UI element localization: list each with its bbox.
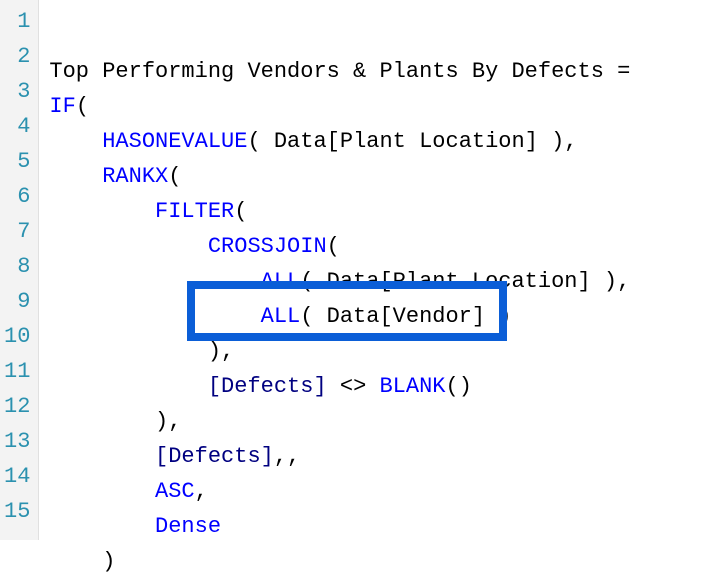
code-line[interactable]: ASC, bbox=[49, 474, 722, 509]
code-line[interactable]: ), bbox=[49, 334, 722, 369]
code-token: , bbox=[195, 479, 208, 504]
code-line[interactable]: [Defects],, bbox=[49, 439, 722, 474]
code-line[interactable]: IF( bbox=[49, 89, 722, 124]
line-number: 13 bbox=[4, 424, 30, 459]
code-line[interactable]: CROSSJOIN( bbox=[49, 229, 722, 264]
code-line[interactable]: ALL( Data[Plant Location] ), bbox=[49, 264, 722, 299]
code-token bbox=[49, 374, 207, 399]
code-token bbox=[49, 129, 102, 154]
code-line[interactable]: Dense bbox=[49, 509, 722, 544]
code-token: ALL bbox=[261, 269, 301, 294]
code-token bbox=[49, 269, 260, 294]
code-token: IF bbox=[49, 94, 75, 119]
code-line[interactable]: ) bbox=[49, 544, 722, 579]
code-token: ALL bbox=[261, 304, 301, 329]
code-line[interactable]: ), bbox=[49, 404, 722, 439]
line-number: 10 bbox=[4, 319, 30, 354]
line-number: 6 bbox=[4, 179, 30, 214]
line-number: 3 bbox=[4, 74, 30, 109]
code-token bbox=[49, 444, 155, 469]
code-token bbox=[49, 164, 102, 189]
code-token: Dense bbox=[155, 514, 221, 539]
code-token: ( bbox=[76, 94, 89, 119]
line-number: 15 bbox=[4, 494, 30, 529]
line-number: 12 bbox=[4, 389, 30, 424]
code-line[interactable]: [Defects] <> BLANK() bbox=[49, 369, 722, 404]
code-line[interactable]: Top Performing Vendors & Plants By Defec… bbox=[49, 54, 722, 89]
code-token: ) bbox=[49, 549, 115, 574]
code-line[interactable]: ALL( Data[Vendor] ) bbox=[49, 299, 722, 334]
code-token: ( bbox=[327, 234, 340, 259]
code-token: [Defects] bbox=[155, 444, 274, 469]
line-number: 2 bbox=[4, 39, 30, 74]
code-token: CROSSJOIN bbox=[208, 234, 327, 259]
code-token: ( Data[Vendor] ) bbox=[300, 304, 511, 329]
code-token: ( bbox=[168, 164, 181, 189]
code-token: Top Performing Vendors & Plants By Defec… bbox=[49, 59, 630, 84]
code-token: ,, bbox=[274, 444, 300, 469]
line-number: 9 bbox=[4, 284, 30, 319]
line-number: 7 bbox=[4, 214, 30, 249]
line-number: 4 bbox=[4, 109, 30, 144]
code-line[interactable]: HASONEVALUE( Data[Plant Location] ), bbox=[49, 124, 722, 159]
line-number: 1 bbox=[4, 4, 30, 39]
code-token: ( Data[Plant Location] ), bbox=[247, 129, 577, 154]
code-token: [Defects] bbox=[208, 374, 327, 399]
code-token bbox=[49, 479, 155, 504]
code-token: ( bbox=[234, 199, 247, 224]
code-token bbox=[49, 304, 260, 329]
code-token bbox=[49, 234, 207, 259]
code-token: ), bbox=[49, 339, 234, 364]
code-token: ( Data[Plant Location] ), bbox=[300, 269, 630, 294]
code-token: RANKX bbox=[102, 164, 168, 189]
line-number: 8 bbox=[4, 249, 30, 284]
code-token bbox=[49, 199, 155, 224]
code-token: BLANK bbox=[379, 374, 445, 399]
code-token bbox=[49, 514, 155, 539]
code-token: FILTER bbox=[155, 199, 234, 224]
code-token: ASC bbox=[155, 479, 195, 504]
code-token: ), bbox=[49, 409, 181, 434]
code-token: <> bbox=[327, 374, 380, 399]
line-number: 5 bbox=[4, 144, 30, 179]
line-number: 11 bbox=[4, 354, 30, 389]
code-line[interactable]: FILTER( bbox=[49, 194, 722, 229]
code-line[interactable]: RANKX( bbox=[49, 159, 722, 194]
line-number-gutter: 123456789101112131415 bbox=[0, 0, 39, 540]
code-editor[interactable]: Top Performing Vendors & Plants By Defec… bbox=[39, 0, 722, 540]
code-token: () bbox=[446, 374, 472, 399]
line-number: 14 bbox=[4, 459, 30, 494]
code-token: HASONEVALUE bbox=[102, 129, 247, 154]
